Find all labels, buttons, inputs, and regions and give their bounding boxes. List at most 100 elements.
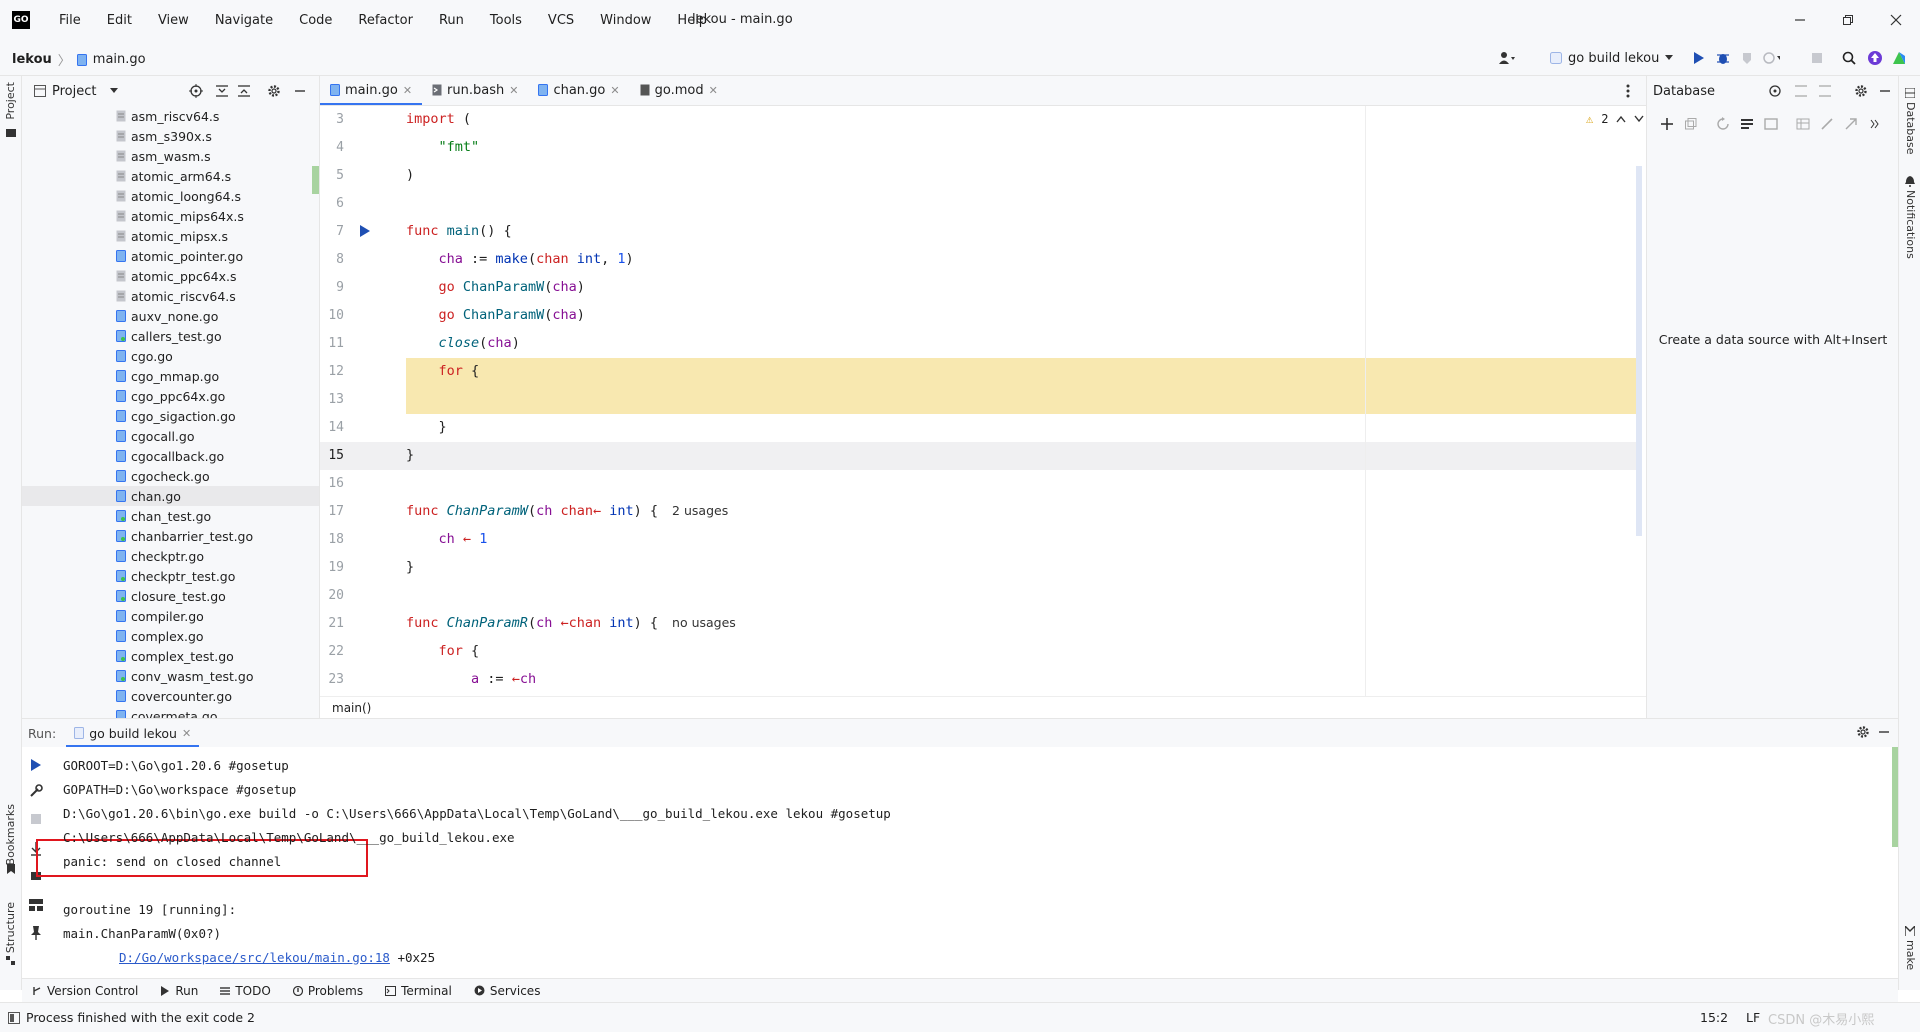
run-configuration-selector[interactable]: go build lekou [1542,46,1681,70]
stop-icon[interactable] [28,811,44,827]
menu-refactor[interactable]: Refactor [345,13,426,28]
close-tab-icon[interactable]: ✕ [403,84,412,97]
menu-navigate[interactable]: Navigate [202,13,286,28]
layout-icon[interactable] [8,1012,20,1024]
usages-hint[interactable]: 2 usages [672,503,728,518]
usages-hint[interactable]: no usages [672,615,736,630]
tab-chan-go[interactable]: chan.go ✕ [528,75,629,105]
file-tree-item[interactable]: callers_test.go [22,326,319,346]
file-tree-item[interactable]: complex_test.go [22,646,319,666]
file-tree-item[interactable]: chanbarrier_test.go [22,526,319,546]
debug-icon[interactable] [1714,49,1732,67]
update-icon[interactable] [1866,49,1884,67]
menu-view[interactable]: View [145,13,202,28]
file-tree-item[interactable]: cgocheck.go [22,466,319,486]
bookmark-icon[interactable] [6,864,16,874]
file-tree-item[interactable]: cgo_sigaction.go [22,406,319,426]
tool-tab-run[interactable]: Run [160,984,198,998]
file-tree-item[interactable]: cgo.go [22,346,319,366]
hide-panel-icon[interactable] [1878,726,1890,738]
gear-icon[interactable] [266,83,282,99]
locate-icon[interactable] [1767,83,1783,99]
make-icon[interactable] [1905,926,1915,936]
layout-icon[interactable] [28,897,44,913]
stop-query-icon[interactable] [1763,116,1779,132]
file-tree-item[interactable]: cgo_ppc64x.go [22,386,319,406]
pin-icon[interactable] [28,925,44,941]
breadcrumb-project[interactable]: lekou [12,52,52,67]
line-separator[interactable]: LF [1746,1010,1760,1025]
jetbrains-ai-icon[interactable] [1890,49,1908,67]
folder-icon[interactable] [6,128,16,137]
file-tree-item[interactable]: atomic_arm64.s [22,166,319,186]
close-tab-icon[interactable]: ✕ [509,84,518,97]
run-tab-go-build-lekou[interactable]: go build lekou ✕ [66,719,200,747]
file-tree-item[interactable]: cgo_mmap.go [22,366,319,386]
copy-icon[interactable] [1683,116,1699,132]
console-output[interactable]: GOROOT=D:\Go\go1.20.6 #gosetup GOPATH=D:… [63,753,891,969]
close-tab-icon[interactable]: ✕ [709,84,718,97]
add-icon[interactable] [1659,116,1675,132]
search-icon[interactable] [1840,49,1858,67]
menu-edit[interactable]: Edit [94,13,145,28]
user-icon[interactable] [1498,49,1516,67]
tab-go-mod[interactable]: go.mod ✕ [630,75,728,105]
file-tree-item-selected[interactable]: chan.go [22,486,319,506]
database-icon[interactable] [1905,88,1915,98]
bookmarks-stripe-button[interactable]: Bookmarks [4,804,17,865]
wrench-icon[interactable] [28,783,44,799]
stop-icon[interactable] [1808,49,1826,67]
caret-position[interactable]: 15:2 [1700,1010,1728,1025]
file-tree-item[interactable]: conv_wasm_test.go [22,666,319,686]
tool-tab-problems[interactable]: Problems [292,984,363,998]
stack-trace-link[interactable]: D:/Go/workspace/src/lekou/main.go:18 [119,950,390,965]
file-tree-item[interactable]: closure_test.go [22,586,319,606]
menu-tools[interactable]: Tools [477,13,535,28]
tool-tab-terminal[interactable]: Terminal [385,984,452,998]
jump-icon[interactable] [1843,116,1859,132]
close-tab-icon[interactable]: ✕ [610,84,619,97]
file-tree-item[interactable]: covermeta.go [22,706,319,718]
menu-file[interactable]: File [46,13,94,28]
file-tree-item[interactable]: atomic_pointer.go [22,246,319,266]
locate-file-icon[interactable] [188,83,204,99]
status-message[interactable]: Process finished with the exit code 2 [26,1010,255,1025]
file-tree-item[interactable]: atomic_mips64x.s [22,206,319,226]
tool-tab-todo[interactable]: TODO [220,984,271,998]
console-scrollbar[interactable] [1892,747,1898,847]
tab-main-go[interactable]: main.go ✕ [320,75,423,105]
database-panel-title[interactable]: Database [1653,84,1715,99]
collapse-all-icon[interactable] [1817,83,1833,99]
file-tree-item[interactable]: complex.go [22,626,319,646]
breadcrumb-file[interactable]: main.go [93,52,146,67]
code-editor[interactable]: ⚠ 2 3 import ( 4 "fmt" 5 ) 6 7 func main… [320,106,1646,696]
notifications-icon[interactable] [1905,176,1915,187]
tool-tab-services[interactable]: Services [474,984,540,998]
make-stripe-button[interactable]: make [1904,940,1917,970]
table-icon[interactable] [1795,116,1811,132]
file-tree-item[interactable]: asm_wasm.s [22,146,319,166]
tool-tab-version-control[interactable]: Version Control [32,984,138,998]
edit-icon[interactable] [1819,116,1835,132]
file-tree-item[interactable]: atomic_mipsx.s [22,226,319,246]
code-breadcrumb-item[interactable]: main() [332,701,371,715]
database-stripe-button[interactable]: Database [1904,102,1917,155]
tab-run-bash[interactable]: run.bash ✕ [422,75,528,105]
more-tabs-icon[interactable] [1626,84,1630,98]
file-tree-item[interactable]: asm_riscv64.s [22,106,319,126]
menu-window[interactable]: Window [587,13,664,28]
hide-panel-icon[interactable] [292,83,308,99]
profile-icon[interactable] [1762,49,1780,67]
menu-vcs[interactable]: VCS [535,13,587,28]
file-tree-item[interactable]: covercounter.go [22,686,319,706]
project-panel-title[interactable]: Project [52,84,96,99]
notifications-stripe-button[interactable]: Notifications [1904,190,1917,259]
gear-icon[interactable] [1856,725,1870,739]
structure-icon[interactable] [6,956,16,966]
close-tab-icon[interactable]: ✕ [182,727,191,740]
schema-icon[interactable] [1739,116,1755,132]
minimize-icon[interactable] [1788,8,1812,32]
expand-all-icon[interactable] [214,83,230,99]
gear-icon[interactable] [1853,83,1869,99]
hide-panel-icon[interactable] [1877,83,1893,99]
